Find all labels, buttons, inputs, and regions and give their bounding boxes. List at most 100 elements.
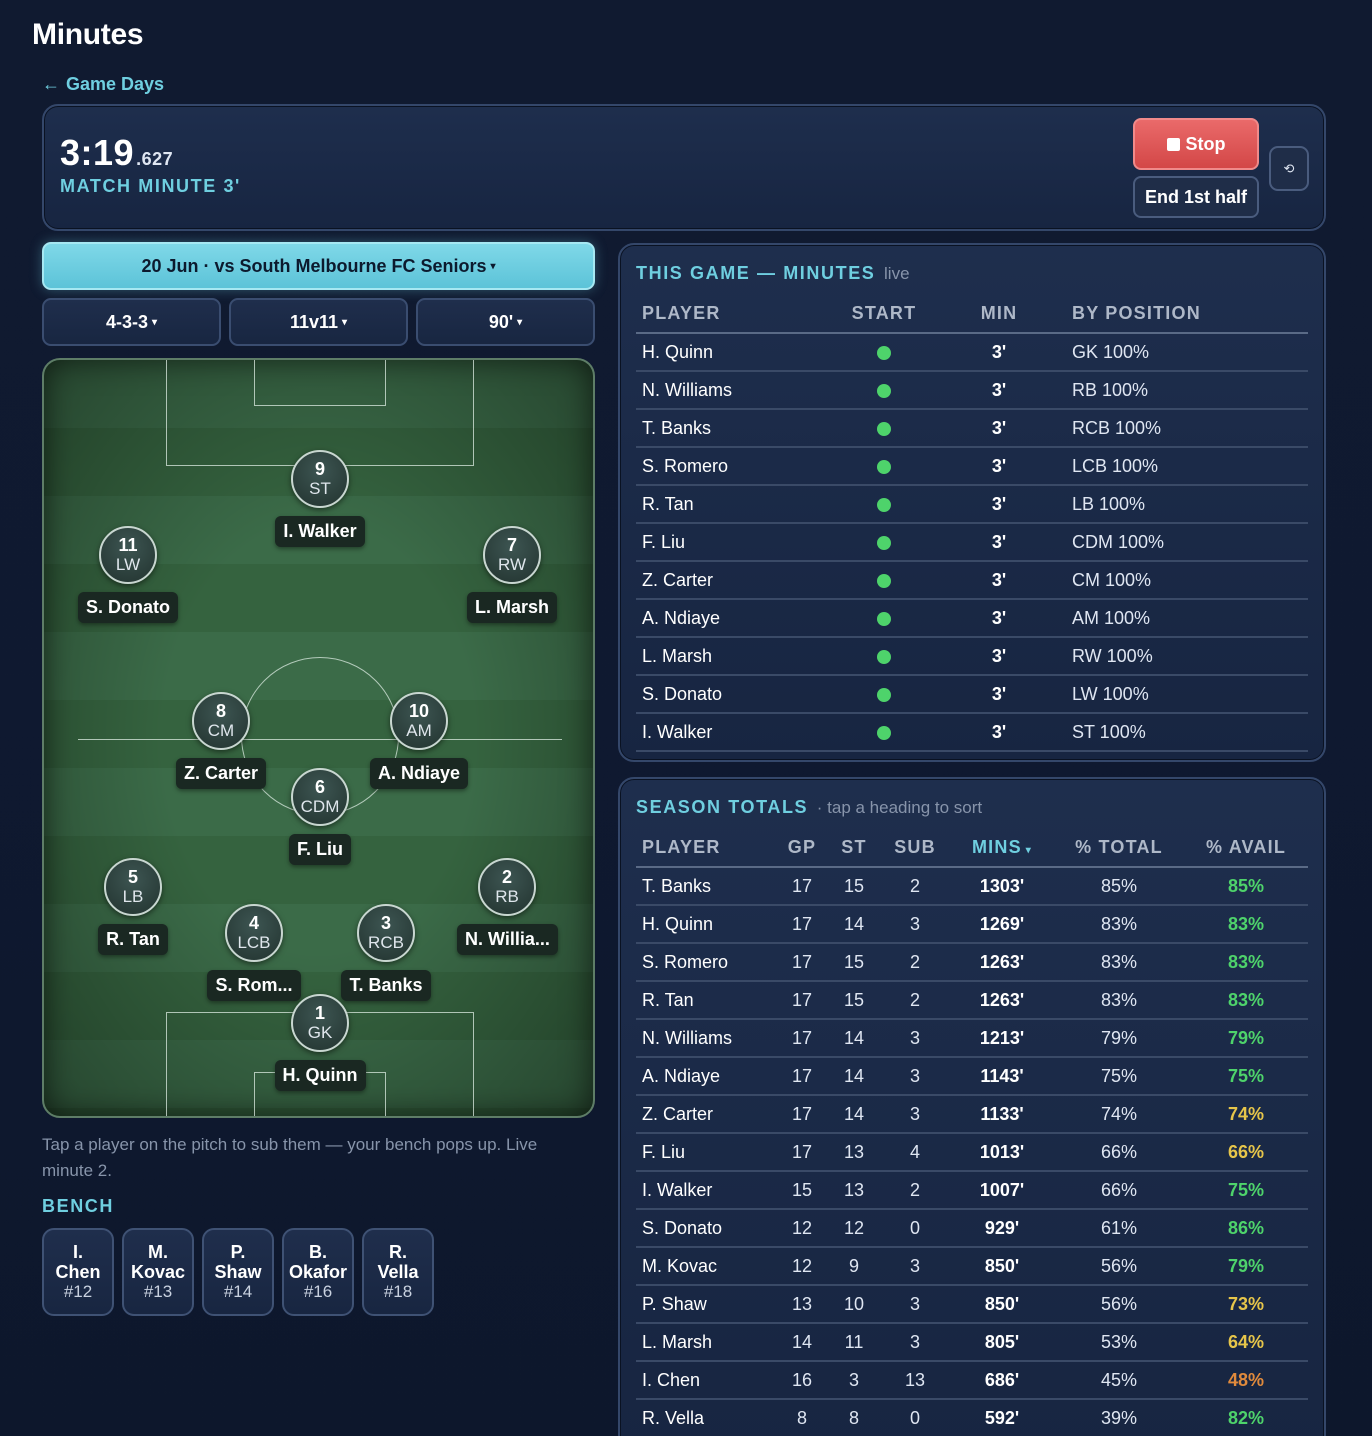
player-name: S. Donato [636,675,836,714]
mins-label: MINS [971,837,1022,857]
gp-cell: 12 [776,1247,828,1286]
pitch-player[interactable]: 11 LW S. Donato [78,526,178,623]
pitch-player[interactable]: 1 GK H. Quinn [270,994,370,1091]
pct-total-cell: 83% [1054,905,1184,944]
end-half-button[interactable]: End 1st half [1133,176,1259,218]
fixture-selector[interactable]: 20 Jun · vs South Melbourne FC Seniors ▾ [42,242,595,290]
this-game-panel: THIS GAME — MINUTES live PLAYER START MI… [618,243,1326,762]
player-name: H. Quinn [274,1060,366,1091]
table-row: I. Chen 16 3 13 686' 45% 48% [636,1361,1308,1400]
start-cell [836,447,932,486]
position-cell: RW 100% [1066,637,1308,676]
position-cell: GK 100% [1066,333,1308,372]
mins-cell: 1269' [950,905,1054,944]
sort-sub[interactable]: SUB [880,829,950,868]
sort-player[interactable]: PLAYER [636,829,776,868]
back-link[interactable]: ← Game Days [42,74,164,95]
sub-cell: 3 [880,1019,950,1058]
table-row: R. Tan 3' LB 100% [636,485,1308,524]
table-row: S. Donato 3' LW 100% [636,675,1308,714]
player-name: R. Tan [636,485,836,524]
sort-mins[interactable]: MINS ▾ [950,829,1054,868]
sub-cell: 2 [880,867,950,906]
stop-button[interactable]: Stop [1133,118,1259,170]
bench-first: B. [309,1242,327,1262]
player-name: F. Liu [636,1133,776,1172]
bench-player[interactable]: M. Kovac #13 [122,1228,194,1316]
started-dot-icon [877,611,891,626]
pitch-player[interactable]: 8 CM Z. Carter [171,692,271,789]
pct-total-cell: 45% [1054,1361,1184,1400]
player-disc: 1 GK [291,994,349,1052]
pct-total-cell: 61% [1054,1209,1184,1248]
st-cell: 13 [828,1171,880,1210]
table-row: H. Quinn 3' GK 100% [636,333,1308,372]
player-number: 4 [248,912,259,933]
minutes-cell: 3' [932,523,1066,562]
bench-player[interactable]: P. Shaw #14 [202,1228,274,1316]
position-cell: RB 100% [1066,371,1308,410]
format-label: 11v11 [289,311,339,332]
player-disc: 9 ST [291,450,349,508]
season-table: PLAYER GP ST SUB MINS ▾ % TOTAL % AVAIL T… [636,829,1308,1436]
pitch-player[interactable]: 5 LB R. Tan [83,858,183,955]
position-cell: CDM 100% [1066,523,1308,562]
pitch-player[interactable]: 4 LCB S. Rom... [204,904,304,1001]
pct-total-cell: 74% [1054,1095,1184,1134]
minutes-cell: 3' [932,637,1066,676]
pitch-player[interactable]: 9 ST I. Walker [270,450,370,547]
bench-first: I. [72,1242,83,1262]
player-name: N. Willia... [457,924,558,955]
mins-cell: 929' [950,1209,1054,1248]
sort-gp[interactable]: GP [776,829,828,868]
pct-total-cell: 39% [1054,1399,1184,1436]
minutes-cell: 3' [932,599,1066,638]
st-cell: 15 [828,943,880,982]
pct-avail-cell: 85% [1184,867,1308,906]
started-dot-icon [877,535,891,550]
player-name: F. Liu [636,523,836,562]
pitch-player[interactable]: 7 RW L. Marsh [462,526,562,623]
table-header-row: PLAYER START MIN BY POSITION [636,295,1308,334]
st-cell: 3 [828,1361,880,1400]
duration-selector[interactable]: 90' ▾ [416,298,595,346]
fixture-label: 20 Jun · vs South Melbourne FC Seniors [141,255,487,276]
format-selector[interactable]: 11v11 ▾ [229,298,408,346]
player-position: LB [122,886,144,906]
gp-cell: 17 [776,981,828,1020]
chevron-down-icon: ▾ [517,316,523,328]
mins-cell: 1133' [950,1095,1054,1134]
start-cell [836,713,932,752]
table-header-row: PLAYER GP ST SUB MINS ▾ % TOTAL % AVAIL [636,829,1308,868]
player-name: T. Banks [636,867,776,906]
pct-avail-cell: 64% [1184,1323,1308,1362]
minutes-cell: 3' [932,713,1066,752]
undo-icon[interactable]: ⟲ [1269,146,1309,191]
player-number: 1 [314,1002,325,1023]
bench-player[interactable]: I. Chen #12 [42,1228,114,1316]
player-name: L. Marsh [466,592,557,623]
sort-st[interactable]: ST [828,829,880,868]
start-cell [836,637,932,676]
player-position: CDM [300,796,340,816]
page-title: Minutes [32,18,144,51]
sort-pct-total[interactable]: % TOTAL [1054,829,1184,868]
bench-player[interactable]: R. Vella #18 [362,1228,434,1316]
pitch-player[interactable]: 10 AM A. Ndiaye [369,692,469,789]
player-name: R. Vella [636,1399,776,1436]
pitch-player[interactable]: 2 RB N. Willia... [457,858,558,955]
sort-pct-avail[interactable]: % AVAIL [1184,829,1308,868]
minutes-cell: 3' [932,485,1066,524]
bench-first: M. [148,1242,168,1262]
formation-selector[interactable]: 4-3-3 ▾ [42,298,221,346]
bench-player[interactable]: B. Okafor #16 [282,1228,354,1316]
gp-cell: 17 [776,1095,828,1134]
start-cell [836,523,932,562]
pitch-player[interactable]: 3 RCB T. Banks [336,904,436,1001]
chevron-down-icon: ▾ [342,316,348,328]
player-name: M. Kovac [636,1247,776,1286]
pct-total-cell: 66% [1054,1133,1184,1172]
table-row: I. Walker 3' ST 100% [636,713,1308,752]
started-dot-icon [877,383,891,398]
pitch-player[interactable]: 6 CDM F. Liu [270,768,370,865]
